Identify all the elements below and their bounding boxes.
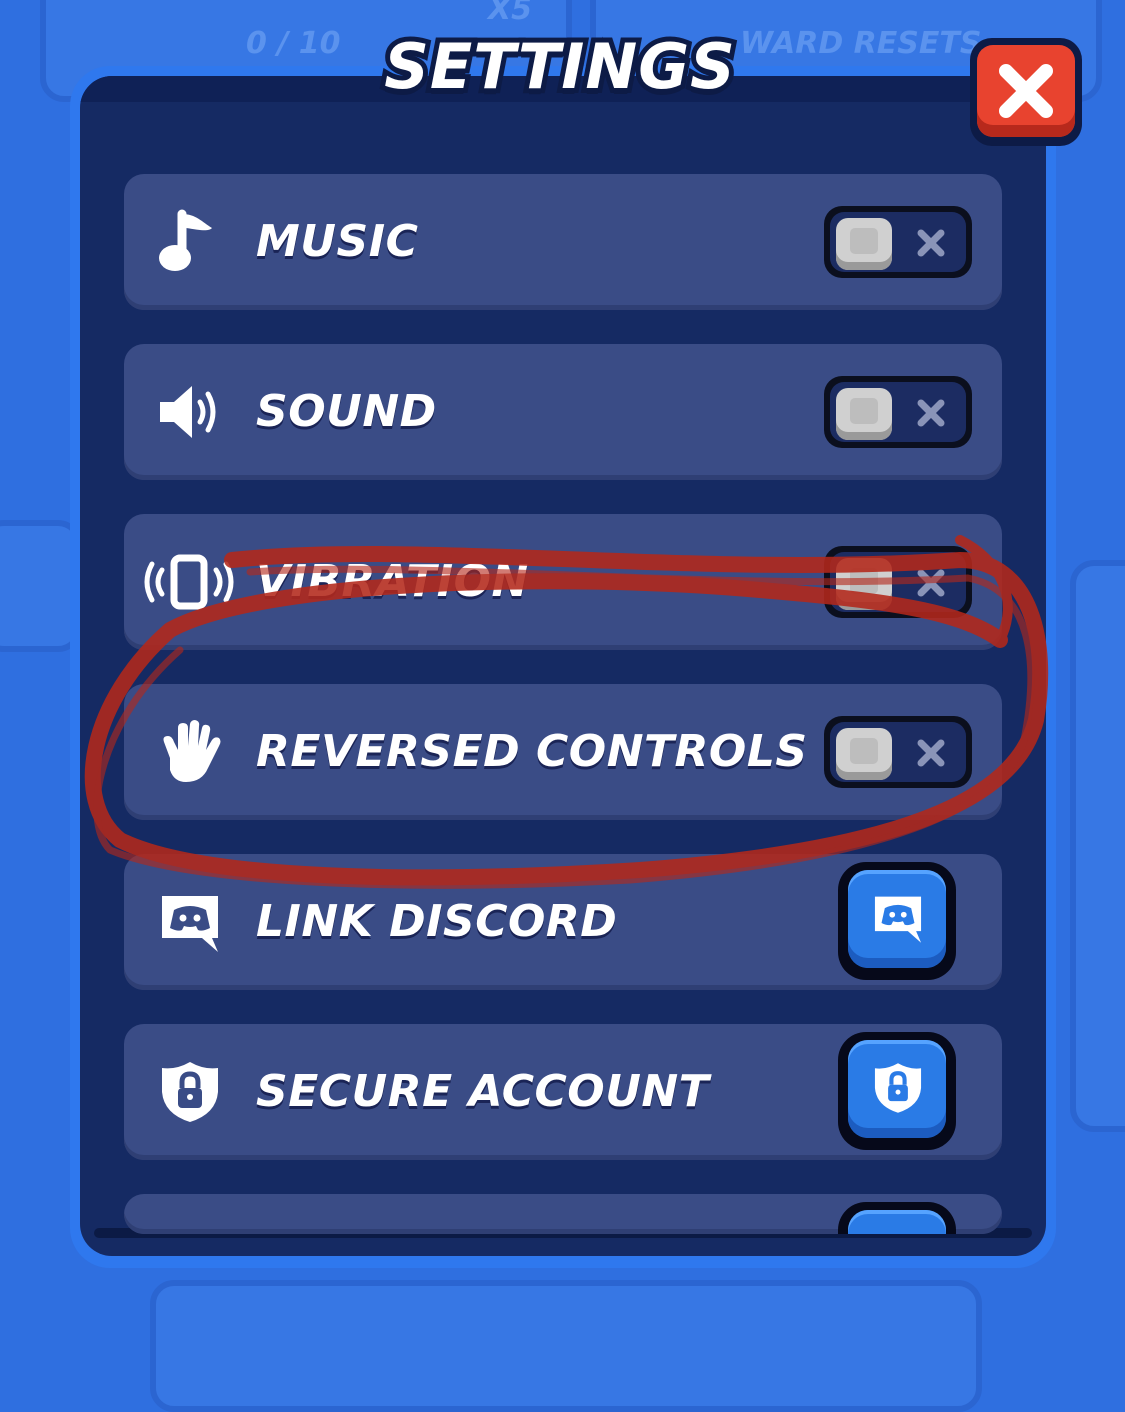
setting-row-link-discord: LINK DISCORD	[124, 854, 1002, 990]
setting-row-sound: SOUND	[124, 344, 1002, 480]
music-note-icon	[159, 209, 212, 271]
setting-row-music: MUSIC	[124, 174, 1002, 310]
setting-label: MUSIC	[256, 216, 419, 267]
secure-account-button[interactable]	[838, 1032, 956, 1150]
speaker-icon	[160, 386, 216, 438]
discord-icon	[162, 896, 218, 952]
setting-row-reversed-controls: REVERSED CONTROLS	[124, 684, 1002, 820]
setting-row-partial	[124, 1194, 1002, 1234]
music-toggle[interactable]	[824, 206, 972, 278]
background-bottom	[150, 1280, 982, 1412]
background-reset-text: WARD RESETS	[740, 26, 982, 61]
hand-icon	[163, 720, 221, 782]
close-button[interactable]	[970, 38, 1082, 146]
shield-lock-icon	[162, 1062, 218, 1122]
setting-row-vibration: VIBRATION	[124, 514, 1002, 650]
x-icon	[917, 229, 945, 257]
setting-label: VIBRATION	[256, 556, 529, 607]
sound-toggle[interactable]	[824, 376, 972, 448]
shield-lock-icon	[874, 1063, 922, 1113]
setting-label: SOUND	[256, 386, 437, 437]
link-discord-button[interactable]	[838, 862, 956, 980]
discord-icon	[874, 896, 922, 943]
vibration-icon	[144, 554, 234, 610]
dialog-title: SETTINGS	[379, 25, 740, 108]
background-multiplier: X5	[488, 0, 533, 27]
x-icon	[917, 739, 945, 767]
vibration-toggle[interactable]	[824, 546, 972, 618]
x-icon	[917, 399, 945, 427]
close-x-icon	[999, 64, 1053, 118]
setting-row-secure-account: SECURE ACCOUNT	[124, 1024, 1002, 1160]
setting-label: SECURE ACCOUNT	[256, 1066, 710, 1117]
partial-row-button[interactable]	[838, 1202, 956, 1234]
reversed-controls-toggle[interactable]	[824, 716, 972, 788]
setting-label: LINK DISCORD	[256, 896, 618, 947]
setting-label: REVERSED CONTROLS	[256, 726, 808, 777]
background-side-right	[1070, 560, 1125, 1132]
background-counter: 0 / 10	[246, 26, 341, 61]
x-icon	[917, 569, 945, 597]
